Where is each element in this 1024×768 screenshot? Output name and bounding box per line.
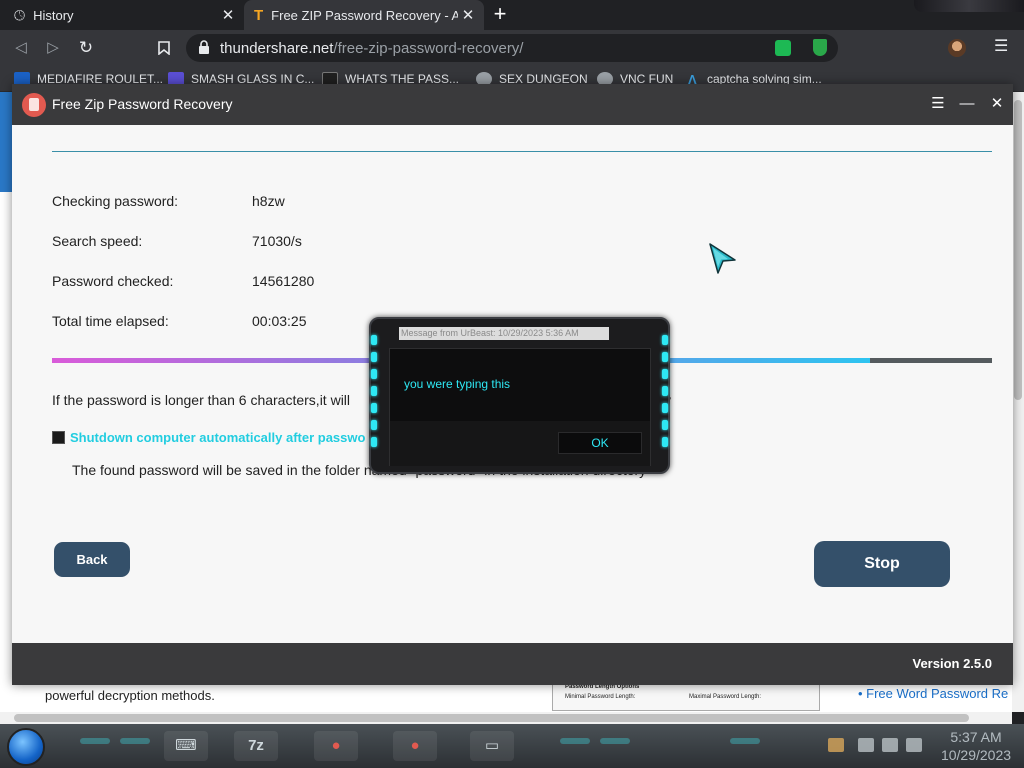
app-titlebar: Free Zip Password Recovery ☰ — ✕ [12,84,1013,125]
network-icon[interactable] [882,738,898,752]
7zip-icon[interactable]: 7z [234,731,278,761]
close-icon[interactable]: ✕ [218,6,238,24]
app-footer: Version 2.5.0 [12,643,1013,685]
taskbar: ⌨ 7z ● ● ▭ 5:37 AM 10/29/2023 [0,724,1024,768]
page-screenshot-thumbnail: Password Length Options Minimal Password… [552,683,820,711]
scrollbar-thumb[interactable] [14,714,969,722]
horizontal-scrollbar[interactable] [0,712,1012,724]
checking-password-value: h8zw [252,193,285,209]
tab-title: Free ZIP Password Recovery - A so [271,7,458,23]
forward-arrow-icon[interactable]: ▷ [42,37,64,59]
dialog-titlebar: Message from UrBeast: 10/29/2023 5:36 AM [399,327,609,340]
page-description: powerful decryption methods. [45,688,215,703]
terminal-icon[interactable]: ⌨ [164,731,208,761]
version-label: Version 2.5.0 [912,656,993,671]
page-decoration [0,92,12,192]
taskbar-decoration [120,738,150,744]
bookmark-icon[interactable] [153,37,175,59]
reload-icon[interactable]: ↻ [75,37,97,59]
tab-zip-recovery[interactable]: T Free ZIP Password Recovery - A so ✕ [244,0,484,30]
app-logo-icon [22,93,46,117]
scrollbar-thumb[interactable] [1014,100,1022,400]
zip-recovery-taskbar-icon[interactable]: ● [393,731,437,761]
search-speed-value: 71030/s [252,233,302,249]
dialog-message: you were typing this [404,377,511,391]
history-icon: 🕓︎ [14,6,26,23]
dialog-side-lights [662,335,668,459]
message-dialog: Message from UrBeast: 10/29/2023 5:36 AM… [369,317,670,474]
search-speed-label: Search speed: [52,233,143,249]
time-elapsed-value: 00:03:25 [252,313,307,329]
browser-toolbar: ◁ ▷ ↻ thundershare.net/free-zip-password… [0,30,1024,66]
vertical-scrollbar[interactable] [1012,92,1024,712]
tab-strip: 🕓︎ History ✕ T Free ZIP Password Recover… [0,0,1024,30]
tab-title: History [33,7,74,23]
ok-button[interactable]: OK [558,432,642,454]
zip-recovery-taskbar-icon[interactable]: ● [314,731,358,761]
url-text: thundershare.net/free-zip-password-recov… [220,40,524,57]
password-checked-value: 14561280 [252,273,315,289]
divider [52,151,992,152]
tray-app-icon[interactable] [828,738,844,752]
menu-icon[interactable]: ☰ [927,93,949,115]
shield-icon[interactable] [813,39,827,56]
new-tab-button[interactable]: + [488,3,512,27]
shutdown-checkbox-label[interactable]: Shutdown computer automatically after pa… [70,430,365,445]
minimize-icon[interactable]: — [956,93,978,115]
window-frame-decoration [914,0,1024,12]
app-title: Free Zip Password Recovery [52,96,233,112]
address-bar[interactable]: thundershare.net/free-zip-password-recov… [186,34,838,62]
dialog-side-lights [371,335,377,459]
close-icon[interactable]: ✕ [458,6,478,24]
time-elapsed-label: Total time elapsed: [52,313,169,329]
close-icon[interactable]: ✕ [986,93,1008,115]
taskbar-clock[interactable]: 5:37 AM 10/29/2023 [936,728,1016,764]
password-checked-label: Password checked: [52,273,174,289]
shutdown-checkbox[interactable] [52,431,65,444]
window-taskbar-icon[interactable]: ▭ [470,731,514,761]
checking-password-label: Checking password: [52,193,179,209]
taskbar-decoration [730,738,760,744]
dialog-button-bar: OK [390,421,650,466]
flag-icon[interactable] [858,738,874,752]
profile-avatar[interactable] [948,39,966,57]
tab-history[interactable]: 🕓︎ History ✕ [0,0,244,30]
dialog-body: you were typing this OK [389,348,651,466]
lock-icon [199,40,209,54]
thundershare-favicon-icon: T [254,6,264,24]
taskbar-decoration [560,738,590,744]
start-button[interactable] [7,728,45,766]
back-arrow-icon[interactable]: ◁ [10,37,32,59]
taskbar-decoration [80,738,110,744]
dialog-title: Message from UrBeast: 10/29/2023 5:36 AM [401,328,579,338]
mouse-cursor-icon [709,243,736,274]
extension-icon[interactable] [775,40,791,56]
back-button[interactable]: Back [54,542,130,577]
volume-icon[interactable] [906,738,922,752]
word-password-link[interactable]: • Free Word Password Re [858,686,1008,701]
menu-icon[interactable]: ☰ [994,36,1008,56]
taskbar-decoration [600,738,630,744]
stop-button[interactable]: Stop [814,541,950,587]
